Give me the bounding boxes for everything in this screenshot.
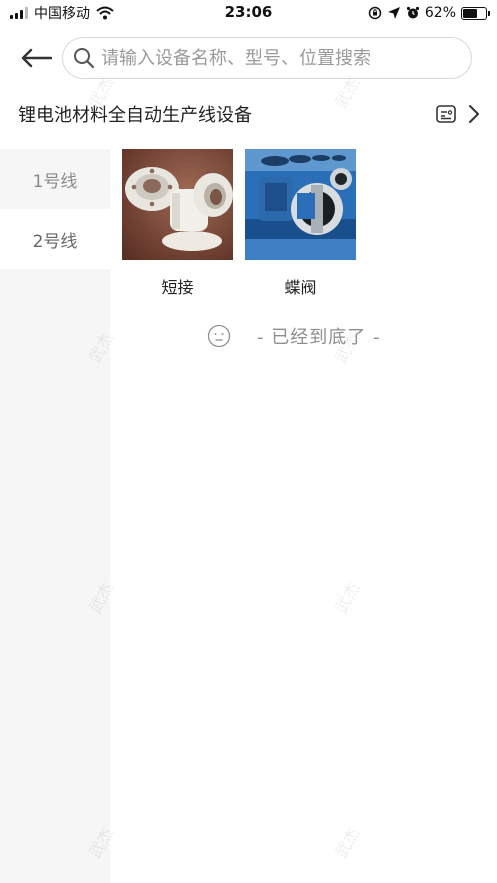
battery-fill — [463, 8, 477, 18]
product-image-short-connector[interactable] — [122, 149, 233, 260]
sidebar: 1号线 2号线 — [0, 149, 110, 883]
search-input[interactable] — [101, 47, 461, 69]
location-icon — [387, 7, 400, 19]
status-right: 62% — [368, 4, 490, 22]
battery-icon — [461, 6, 490, 20]
product-card[interactable]: 蝶阀 — [245, 149, 356, 298]
search-icon — [74, 48, 95, 69]
back-arrow-icon — [21, 48, 52, 68]
id-card-icon[interactable] — [436, 105, 456, 123]
chevron-right-icon[interactable] — [468, 104, 480, 124]
short-connector-photo — [122, 149, 233, 260]
status-bar: 中国移动 23:06 62% — [0, 0, 497, 26]
header — [0, 36, 497, 80]
alarm-icon — [406, 6, 419, 19]
end-of-list: - 已经到底了 - — [207, 323, 380, 349]
sidebar-item-line-1[interactable]: 1号线 — [0, 149, 110, 209]
product-name[interactable]: 短接 — [161, 274, 193, 298]
butterfly-valve-photo — [245, 149, 356, 260]
watermark: 武杰 — [331, 824, 364, 862]
battery-percent: 62% — [424, 5, 456, 21]
product-card[interactable]: 短接 — [122, 149, 233, 298]
rotation-lock-icon — [368, 6, 382, 20]
product-name[interactable]: 蝶阀 — [284, 274, 316, 298]
search-box[interactable] — [62, 37, 472, 79]
end-of-list-text: - 已经到底了 - — [257, 327, 381, 348]
product-grid: 短接 蝶阀 — [122, 149, 356, 298]
sidebar-item-line-2[interactable]: 2号线 — [0, 209, 110, 269]
back-button[interactable] — [20, 44, 56, 72]
watermark: 武杰 — [331, 579, 364, 617]
product-image-butterfly-valve[interactable] — [245, 149, 356, 260]
sidebar-item-label: 1号线 — [32, 171, 78, 192]
line-title-row[interactable]: 锂电池材料全自动生产线设备 — [0, 92, 497, 136]
sidebar-item-label: 2号线 — [32, 231, 78, 252]
neutral-face-icon — [207, 324, 231, 348]
line-title: 锂电池材料全自动生产线设备 — [18, 105, 252, 126]
